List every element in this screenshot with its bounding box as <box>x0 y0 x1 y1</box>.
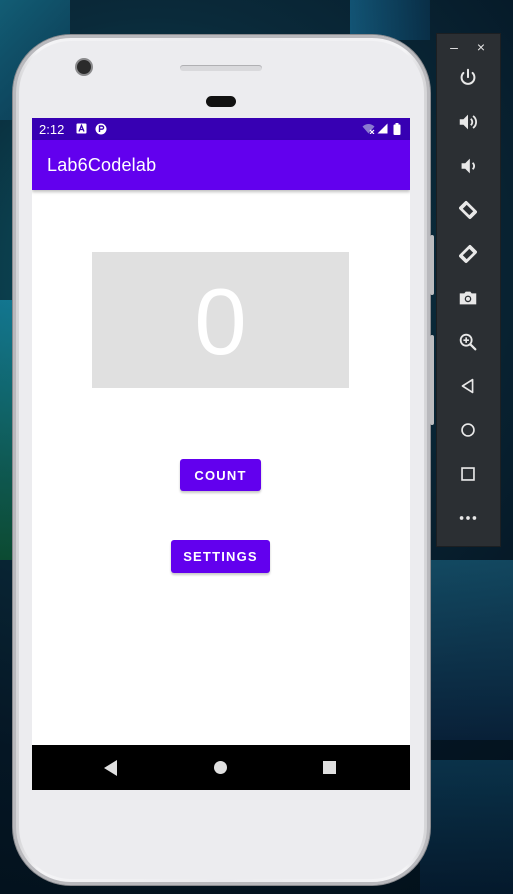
count-button[interactable]: COUNT <box>180 459 261 491</box>
nav-recents-icon[interactable] <box>323 761 336 774</box>
p-notification-icon <box>95 123 107 135</box>
emulator-window-controls: – × <box>437 34 500 60</box>
earpiece-speaker <box>180 65 262 71</box>
home-icon[interactable] <box>453 415 483 445</box>
minimize-button[interactable]: – <box>446 39 462 55</box>
background-tile <box>420 760 513 894</box>
background-tile <box>430 560 513 740</box>
back-icon[interactable] <box>453 371 483 401</box>
settings-button[interactable]: SETTINGS <box>171 540 270 573</box>
app-bar: Lab6Codelab <box>32 140 410 190</box>
a-letter-notification-icon <box>76 123 87 134</box>
navigation-bar <box>32 745 410 790</box>
side-button <box>430 235 434 295</box>
power-icon[interactable] <box>453 63 483 93</box>
battery-icon <box>393 123 401 135</box>
nav-home-icon[interactable] <box>214 761 227 774</box>
camera-icon[interactable] <box>453 283 483 313</box>
signal-icon <box>377 123 388 134</box>
background-tile <box>350 0 430 40</box>
proximity-sensor <box>206 96 236 107</box>
status-bar: 2:12 <box>32 118 410 140</box>
zoom-icon[interactable] <box>453 327 483 357</box>
close-button[interactable]: × <box>473 39 489 55</box>
status-time: 2:12 <box>39 122 65 137</box>
volume-down-icon[interactable] <box>453 151 483 181</box>
wifi-icon <box>362 123 375 135</box>
rotate-left-icon[interactable] <box>453 195 483 225</box>
count-value: 0 <box>194 269 247 374</box>
nav-back-icon[interactable] <box>104 760 117 776</box>
overview-icon[interactable] <box>453 459 483 489</box>
side-button <box>430 335 434 425</box>
more-icon[interactable] <box>453 503 483 533</box>
emulator-toolbar: – × <box>437 34 500 546</box>
volume-up-icon[interactable] <box>453 107 483 137</box>
app-title: Lab6Codelab <box>47 155 157 175</box>
count-display: 0 <box>92 252 349 388</box>
rotate-right-icon[interactable] <box>453 239 483 269</box>
device-screen: 2:12 Lab6Codelab 0 COUNT SETTINGS <box>32 118 410 790</box>
front-camera <box>77 60 91 74</box>
